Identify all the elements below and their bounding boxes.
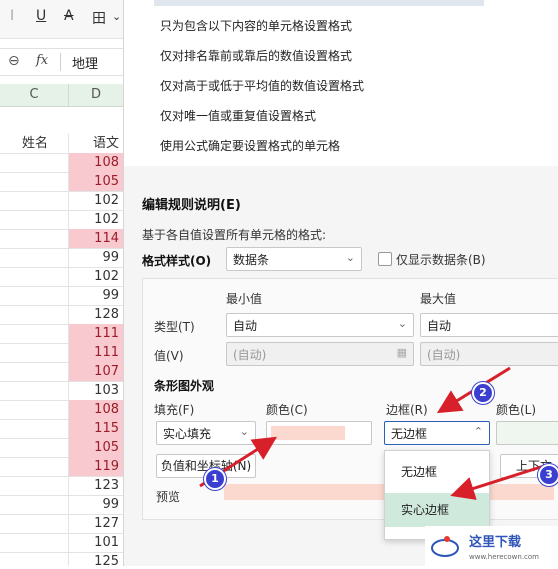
- spreadsheet-panel: I U A 田 ⌄ ⊖ fx 地理 C D 姓名 语文 108 105 102 102…: [0, 0, 124, 566]
- cell-name[interactable]: [0, 362, 69, 381]
- table-row: 108: [0, 153, 123, 173]
- formula-bar: ⊖ fx 地理: [0, 48, 123, 76]
- table-row: 99: [0, 248, 123, 268]
- cell-name[interactable]: [0, 495, 69, 514]
- zoom-icon[interactable]: ⊖: [8, 53, 20, 69]
- formula-divider: [60, 53, 61, 71]
- cell-name[interactable]: [0, 343, 69, 362]
- table-row: 108: [0, 400, 123, 420]
- cell-name[interactable]: [0, 267, 69, 286]
- table-row: 128: [0, 305, 123, 325]
- cell-chinese-score[interactable]: 103: [69, 381, 123, 400]
- cell-chinese-score[interactable]: 105: [69, 438, 123, 457]
- cell-chinese-score[interactable]: 123: [69, 476, 123, 495]
- format-toolbar: I U A 田 ⌄: [0, 0, 123, 39]
- table-row: 101: [0, 533, 123, 553]
- cell-chinese-score[interactable]: 119: [69, 457, 123, 476]
- cell-name[interactable]: [0, 457, 69, 476]
- cell-chinese-score[interactable]: 108: [69, 153, 123, 172]
- cell-chinese-score[interactable]: 99: [69, 286, 123, 305]
- table-row: 103: [0, 381, 123, 401]
- italic-button[interactable]: I: [10, 8, 14, 24]
- column-header-row: C D: [0, 84, 123, 107]
- cell-chinese-score[interactable]: 108: [69, 400, 123, 419]
- table-row: 105: [0, 438, 123, 458]
- table-row: 107: [0, 362, 123, 382]
- cell-name[interactable]: [0, 210, 69, 229]
- cell-name[interactable]: [0, 153, 69, 172]
- cell-name[interactable]: [0, 324, 69, 343]
- cell-chinese-score[interactable]: 128: [69, 305, 123, 324]
- cell-chinese-score[interactable]: 107: [69, 362, 123, 381]
- cell-chinese-score[interactable]: 111: [69, 324, 123, 343]
- formula-input[interactable]: 地理: [72, 53, 98, 72]
- cell-chinese-score[interactable]: 99: [69, 248, 123, 267]
- cell-chinese-score[interactable]: 105: [69, 172, 123, 191]
- cell-chinese-score[interactable]: 114: [69, 229, 123, 248]
- column-header-c[interactable]: C: [0, 84, 69, 106]
- table-row: 111: [0, 343, 123, 363]
- cell-chinese-score[interactable]: 102: [69, 267, 123, 286]
- cell-chinese-score[interactable]: 99: [69, 495, 123, 514]
- cell-name[interactable]: [0, 286, 69, 305]
- fx-icon[interactable]: fx: [36, 53, 48, 68]
- watermark-logo: 这里下载 www.herecown.com: [425, 526, 558, 566]
- table-row: 105: [0, 172, 123, 192]
- step-badge-2: 2: [472, 382, 494, 404]
- table-row: 119: [0, 457, 123, 477]
- conditional-format-dialog: 只为包含以下内容的单元格设置格式 仅对排名靠前或靠后的数值设置格式 仅对高于或低…: [124, 0, 558, 566]
- cell-chinese-score[interactable]: 111: [69, 343, 123, 362]
- svg-text:www.herecown.com: www.herecown.com: [469, 553, 539, 561]
- logo-icon: 这里下载 www.herecown.com: [431, 534, 539, 561]
- cell-name[interactable]: [0, 552, 69, 566]
- border-icon[interactable]: 田: [92, 8, 106, 28]
- cell-chinese-score[interactable]: 125: [69, 552, 123, 566]
- annotation-arrows: [199, 366, 545, 500]
- svg-text:这里下载: 这里下载: [469, 534, 521, 550]
- table-header-row: 姓名 语文: [0, 134, 123, 154]
- arrow-3: [450, 464, 545, 500]
- cell-name[interactable]: [0, 438, 69, 457]
- chevron-down-icon[interactable]: ⌄: [112, 10, 121, 23]
- table-row: 111: [0, 324, 123, 344]
- table-row: 99: [0, 286, 123, 306]
- cell-name[interactable]: [0, 191, 69, 210]
- cell-name[interactable]: [0, 305, 69, 324]
- cell-name[interactable]: [0, 514, 69, 533]
- cell-chinese-score[interactable]: 101: [69, 533, 123, 552]
- table-row: 114: [0, 229, 123, 249]
- step-badge-3: 3: [538, 464, 558, 486]
- table-row: 102: [0, 191, 123, 211]
- cell-name[interactable]: [0, 400, 69, 419]
- table-row: 115: [0, 419, 123, 439]
- cell-name[interactable]: [0, 248, 69, 267]
- table-row: 125: [0, 552, 123, 566]
- cell-name[interactable]: [0, 229, 69, 248]
- cell-chinese-score[interactable]: 102: [69, 191, 123, 210]
- table-row: 127: [0, 514, 123, 534]
- table-row: 123: [0, 476, 123, 496]
- table-row: 99: [0, 495, 123, 515]
- column-header-d[interactable]: D: [69, 84, 123, 106]
- cell-name[interactable]: [0, 533, 69, 552]
- cell-chinese-score[interactable]: 115: [69, 419, 123, 438]
- cell-name[interactable]: [0, 381, 69, 400]
- cell-name[interactable]: [0, 172, 69, 191]
- header-cell-chinese[interactable]: 语文: [69, 134, 123, 153]
- cell-chinese-score[interactable]: 127: [69, 514, 123, 533]
- cell-chinese-score[interactable]: 102: [69, 210, 123, 229]
- underline-button[interactable]: U: [36, 8, 46, 24]
- cell-name[interactable]: [0, 419, 69, 438]
- table-row: 102: [0, 210, 123, 230]
- step-badge-1: 1: [204, 468, 226, 490]
- header-cell-name[interactable]: 姓名: [0, 134, 69, 153]
- table-row: 102: [0, 267, 123, 287]
- strikethrough-button[interactable]: A: [64, 8, 74, 24]
- cell-name[interactable]: [0, 476, 69, 495]
